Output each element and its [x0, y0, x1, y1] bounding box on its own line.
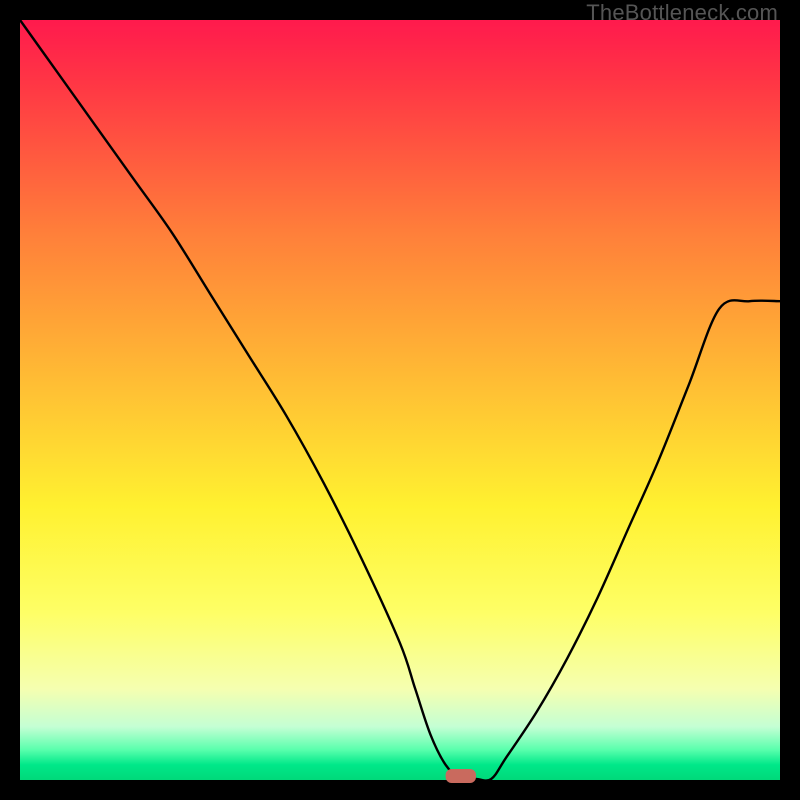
chart-frame: TheBottleneck.com — [0, 0, 800, 800]
plot-area — [20, 20, 780, 780]
optimal-marker — [446, 769, 476, 783]
curve-path — [20, 20, 780, 781]
bottleneck-curve — [20, 20, 780, 780]
watermark-text: TheBottleneck.com — [586, 0, 778, 26]
